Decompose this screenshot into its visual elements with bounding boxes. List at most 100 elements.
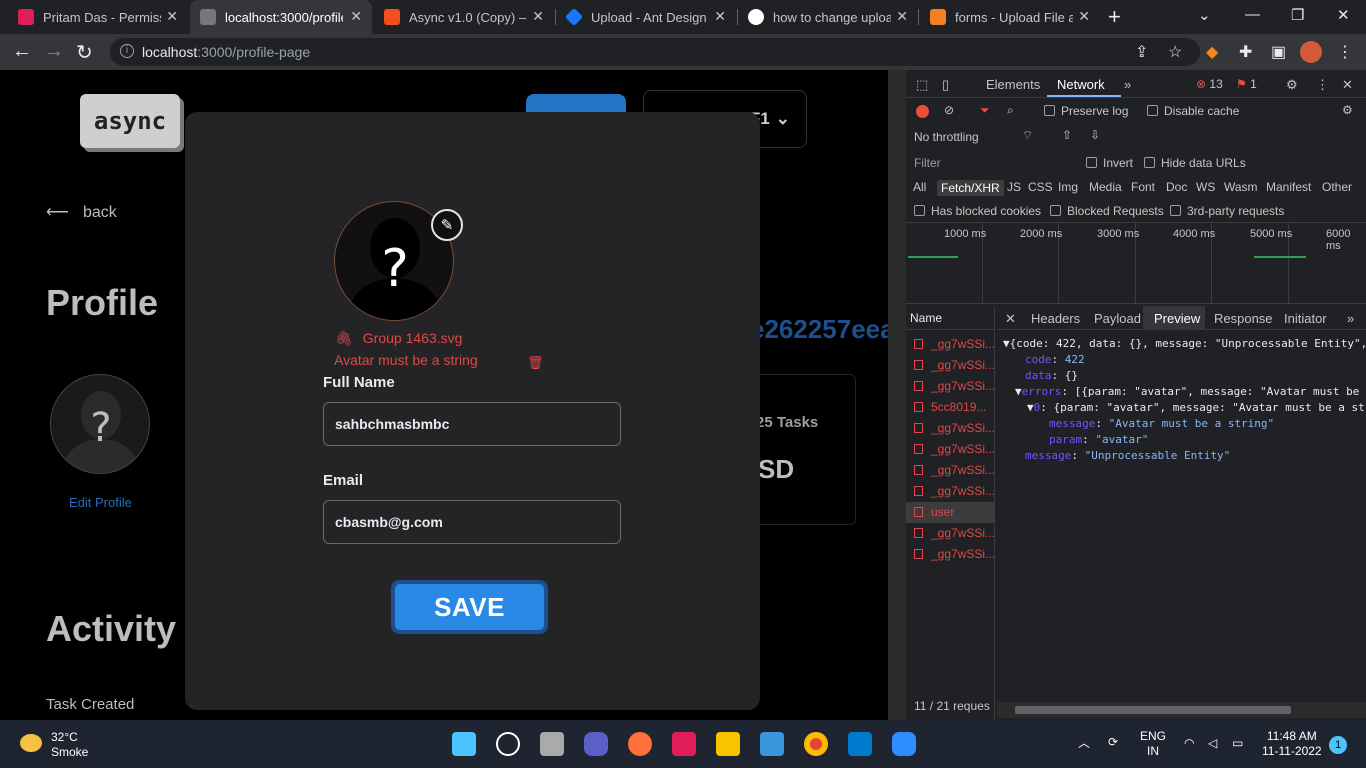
- hide-data-urls-checkbox[interactable]: Hide data URLs: [1144, 156, 1246, 170]
- uploaded-file[interactable]: 🖇 Group 1463.svg: [335, 330, 462, 347]
- tab-search-icon[interactable]: ⌄: [1198, 6, 1211, 24]
- export-har-icon[interactable]: ⇩: [1090, 128, 1100, 142]
- metamask-icon[interactable]: ◆: [1206, 42, 1218, 62]
- reload-icon[interactable]: ↻: [76, 40, 93, 65]
- close-detail-icon[interactable]: ✕: [1005, 311, 1016, 327]
- close-tab-icon[interactable]: ✕: [350, 8, 362, 25]
- request-row[interactable]: _gg7wSSi...: [906, 376, 995, 397]
- slack-icon[interactable]: [672, 732, 696, 756]
- back-arrow-icon[interactable]: ←: [12, 40, 32, 63]
- name-column-header[interactable]: Name: [906, 306, 995, 330]
- profile-avatar[interactable]: [1300, 41, 1322, 63]
- chrome-icon[interactable]: [804, 732, 828, 756]
- blocked-cookies-checkbox[interactable]: Has blocked cookies: [914, 204, 1041, 218]
- browser-tab-6[interactable]: forms - Upload File as ✕: [920, 0, 1100, 34]
- inspect-icon[interactable]: ⬚: [916, 77, 928, 93]
- delete-file-icon[interactable]: 🗑: [527, 355, 544, 371]
- new-tab-button[interactable]: +: [1108, 4, 1121, 30]
- browser-tab-5[interactable]: how to change upload ✕: [738, 0, 918, 34]
- tab-elements[interactable]: Elements: [986, 77, 1040, 92]
- type-all[interactable]: All: [913, 180, 926, 194]
- close-window-icon[interactable]: ✕: [1337, 6, 1350, 24]
- chevron-up-icon[interactable]: ︿: [1078, 736, 1090, 751]
- share-icon[interactable]: ⇪: [1135, 42, 1148, 62]
- menu-dots-icon[interactable]: ⋮: [1316, 77, 1329, 93]
- edit-profile-link[interactable]: Edit Profile: [69, 495, 132, 510]
- tab-response[interactable]: Response: [1214, 311, 1273, 326]
- battery-icon[interactable]: ▭: [1232, 736, 1243, 751]
- clock[interactable]: 11:48 AM 11-11-2022: [1262, 729, 1322, 759]
- request-row[interactable]: _gg7wSSi...: [906, 355, 995, 376]
- async-logo[interactable]: async: [80, 94, 180, 148]
- preview-scrollbar[interactable]: [997, 702, 1366, 718]
- vscode-icon[interactable]: [848, 732, 872, 756]
- browser-tab-2[interactable]: localhost:3000/profile ✕: [190, 0, 372, 34]
- tab-preview[interactable]: Preview: [1154, 311, 1200, 326]
- type-other[interactable]: Other: [1322, 180, 1352, 194]
- network-timeline[interactable]: 1000 ms 2000 ms 3000 ms 4000 ms 5000 ms …: [906, 222, 1366, 305]
- browser-tab-4[interactable]: Upload - Ant Design ✕: [556, 0, 736, 34]
- close-tab-icon[interactable]: ✕: [532, 8, 544, 25]
- tab-initiator[interactable]: Initiator: [1284, 311, 1327, 326]
- request-row[interactable]: _gg7wSSi...: [906, 544, 995, 565]
- error-badge[interactable]: ⊗ 13: [1196, 77, 1223, 91]
- info-icon[interactable]: i: [120, 44, 134, 58]
- request-row-selected[interactable]: user: [906, 502, 995, 523]
- browser-tab-1[interactable]: Pritam Das - Permissio✕: [8, 0, 188, 34]
- close-tab-icon[interactable]: ✕: [896, 8, 908, 25]
- tab-payload[interactable]: Payload: [1094, 311, 1141, 326]
- type-css[interactable]: CSS: [1028, 180, 1053, 194]
- language-indicator[interactable]: ENG IN: [1140, 729, 1166, 759]
- back-link[interactable]: ⟵ back: [46, 202, 117, 222]
- record-button[interactable]: [916, 105, 929, 118]
- type-manifest[interactable]: Manifest: [1266, 180, 1311, 194]
- request-row[interactable]: _gg7wSSi...: [906, 334, 995, 355]
- restore-icon[interactable]: ❐: [1291, 6, 1304, 24]
- network-conditions-icon[interactable]: ⌔: [1022, 128, 1033, 143]
- preview-errors[interactable]: ▼errors: [{param: "avatar", message: "Av…: [1015, 385, 1359, 398]
- request-row[interactable]: 5cc8019...: [906, 397, 995, 418]
- type-fetch-xhr[interactable]: Fetch/XHR: [937, 180, 1004, 196]
- issue-badge[interactable]: ⚑ 1: [1236, 77, 1257, 91]
- network-settings-icon[interactable]: ⚙: [1342, 103, 1353, 117]
- task-view-icon[interactable]: [540, 732, 564, 756]
- more-tabs-icon[interactable]: »: [1347, 311, 1354, 326]
- full-name-input[interactable]: sahbchmasbmbc: [323, 402, 621, 446]
- type-js[interactable]: JS: [1007, 180, 1021, 194]
- weather-widget[interactable]: 32°C Smoke: [51, 730, 88, 760]
- preview-error-item[interactable]: ▼0: {param: "avatar", message: "Avatar m…: [1027, 401, 1365, 414]
- invert-checkbox[interactable]: Invert: [1086, 156, 1133, 170]
- request-row[interactable]: _gg7wSSi...: [906, 523, 995, 544]
- page-scrollbar[interactable]: [888, 70, 906, 720]
- close-tab-icon[interactable]: ✕: [166, 8, 178, 25]
- tab-headers[interactable]: Headers: [1031, 311, 1080, 326]
- minimize-icon[interactable]: —: [1245, 6, 1260, 23]
- bookmark-star-icon[interactable]: ☆: [1168, 42, 1182, 62]
- request-row[interactable]: _gg7wSSi...: [906, 481, 995, 502]
- notification-badge[interactable]: 1: [1329, 736, 1347, 754]
- menu-dots-icon[interactable]: ⋮: [1337, 42, 1353, 62]
- sync-icon[interactable]: ⟳: [1108, 735, 1118, 750]
- email-input[interactable]: cbasmb@g.com: [323, 500, 621, 544]
- close-tab-icon[interactable]: ✕: [1078, 8, 1090, 25]
- clear-icon[interactable]: ⊘: [944, 103, 954, 117]
- gear-icon[interactable]: ⚙: [1286, 77, 1298, 93]
- type-img[interactable]: Img: [1058, 180, 1078, 194]
- search-icon[interactable]: [496, 732, 520, 756]
- type-wasm[interactable]: Wasm: [1224, 180, 1258, 194]
- disable-cache-checkbox[interactable]: Disable cache: [1147, 104, 1239, 118]
- type-doc[interactable]: Doc: [1166, 180, 1187, 194]
- type-media[interactable]: Media: [1089, 180, 1122, 194]
- throttling-select[interactable]: No throttling: [914, 130, 979, 144]
- zoom-icon[interactable]: [892, 732, 916, 756]
- request-row[interactable]: _gg7wSSi...: [906, 460, 995, 481]
- teams-icon[interactable]: [584, 732, 608, 756]
- type-font[interactable]: Font: [1131, 180, 1155, 194]
- extensions-icon[interactable]: ✚: [1239, 42, 1252, 62]
- third-party-checkbox[interactable]: 3rd-party requests: [1170, 204, 1284, 218]
- device-toggle-icon[interactable]: ▯: [942, 77, 949, 93]
- type-ws[interactable]: WS: [1196, 180, 1215, 194]
- filter-icon[interactable]: ⏷: [980, 103, 990, 118]
- tab-network[interactable]: Network: [1057, 77, 1105, 92]
- wifi-icon[interactable]: ◠: [1184, 736, 1194, 751]
